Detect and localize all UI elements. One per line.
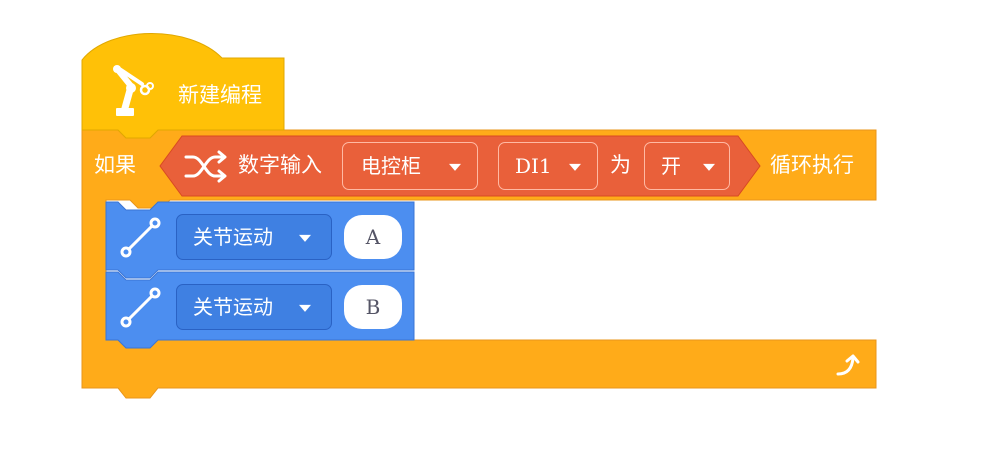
target-point-label: A — [365, 225, 381, 249]
chevron-down-icon — [299, 234, 311, 242]
motion-mode-label: 关节运动 — [193, 225, 273, 249]
target-point-label: B — [365, 295, 381, 319]
hat-label: 新建编程 — [178, 83, 262, 107]
chevron-down-icon — [299, 304, 311, 312]
target-point-input[interactable]: A — [344, 215, 402, 259]
digital-input-label: 数字输入 — [238, 153, 322, 177]
motion-mode-dropdown[interactable]: 关节运动 — [176, 214, 332, 260]
script-canvas: 新建编程 如果 循环执行 数字输入 电控柜 DI1 为 开 关节运动 A 关节运… — [0, 0, 1000, 456]
chevron-down-icon — [449, 163, 461, 171]
chevron-down-icon — [569, 163, 581, 171]
source-dropdown-label: 电控柜 — [361, 154, 421, 178]
state-dropdown-label: 开 — [661, 154, 681, 178]
target-point-input[interactable]: B — [344, 285, 402, 329]
port-dropdown-label: DI1 — [515, 154, 552, 178]
state-dropdown[interactable]: 开 — [644, 142, 730, 190]
port-dropdown[interactable]: DI1 — [498, 142, 598, 190]
if-label: 如果 — [94, 153, 136, 177]
chevron-down-icon — [703, 163, 715, 171]
is-label: 为 — [610, 153, 631, 177]
motion-mode-dropdown[interactable]: 关节运动 — [176, 284, 332, 330]
source-dropdown[interactable]: 电控柜 — [342, 142, 478, 190]
loop-label: 循环执行 — [770, 153, 854, 177]
motion-mode-label: 关节运动 — [193, 295, 273, 319]
